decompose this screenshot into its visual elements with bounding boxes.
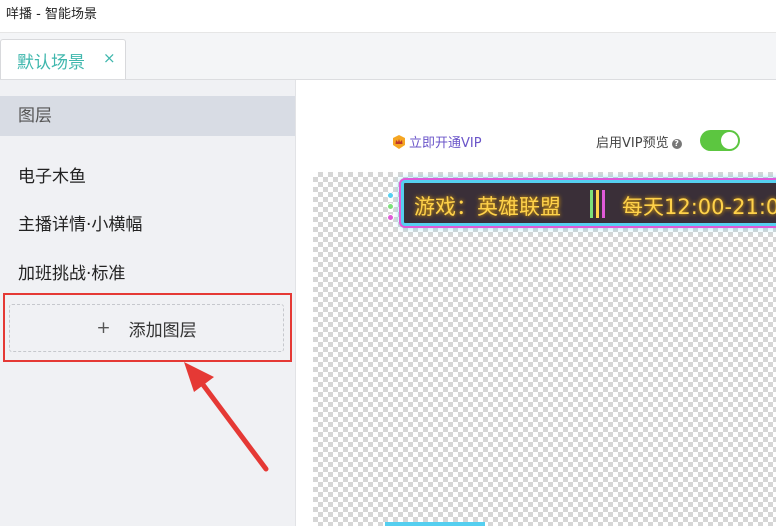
tab-default-scene[interactable]: 默认场景 × bbox=[0, 39, 126, 79]
vip-preview-toggle[interactable] bbox=[700, 130, 740, 151]
add-layer-button[interactable]: + 添加图层 bbox=[9, 304, 284, 352]
dot bbox=[387, 203, 394, 210]
dot bbox=[387, 192, 394, 199]
vip-open-link[interactable]: 立即开通VIP bbox=[392, 132, 482, 151]
scene-canvas[interactable]: 游戏：英雄联盟 每天12:00-21:00 bbox=[313, 172, 776, 526]
toggle-knob bbox=[721, 132, 738, 149]
layer-item-electronic-muyu[interactable]: 电子木鱼 bbox=[18, 162, 86, 187]
dot bbox=[387, 214, 394, 221]
banner-separator bbox=[590, 190, 605, 218]
crown-icon bbox=[393, 134, 405, 149]
streamer-banner-layer[interactable]: 游戏：英雄联盟 每天12:00-21:00 bbox=[401, 180, 776, 226]
window-titlebar: 咩播 - 智能场景 bbox=[0, 0, 776, 33]
banner-dots bbox=[387, 192, 397, 222]
layer-item-streamer-banner[interactable]: 主播详情·小横幅 bbox=[18, 210, 142, 235]
window-title: 咩播 - 智能场景 bbox=[6, 7, 97, 22]
tab-bar: 默认场景 × bbox=[0, 33, 776, 80]
plus-icon: + bbox=[96, 318, 111, 338]
vip-open-label: 立即开通VIP bbox=[409, 136, 482, 151]
preview-area: 立即开通VIP 启用VIP预览? 游戏：英雄联盟 每天12:00-21:00 bbox=[296, 80, 776, 526]
layers-header-label: 图层 bbox=[18, 106, 52, 126]
layer-edge bbox=[385, 522, 485, 526]
close-icon[interactable]: × bbox=[103, 49, 116, 67]
add-layer-label: 添加图层 bbox=[128, 320, 197, 341]
banner-time-text: 每天12:00-21:00 bbox=[622, 195, 776, 219]
vip-preview-label-wrap: 启用VIP预览? bbox=[596, 132, 682, 151]
layers-header: 图层 bbox=[0, 96, 295, 136]
highlight-box: + 添加图层 bbox=[3, 293, 292, 362]
vip-preview-label: 启用VIP预览 bbox=[596, 136, 669, 151]
layer-item-overtime-challenge[interactable]: 加班挑战·标准 bbox=[18, 259, 125, 284]
help-icon[interactable]: ? bbox=[671, 138, 682, 149]
tab-label: 默认场景 bbox=[17, 53, 85, 73]
layers-sidebar: 图层 电子木鱼 主播详情·小横幅 加班挑战·标准 + 添加图层 bbox=[0, 80, 296, 526]
banner-game-text: 游戏：英雄联盟 bbox=[414, 195, 561, 219]
